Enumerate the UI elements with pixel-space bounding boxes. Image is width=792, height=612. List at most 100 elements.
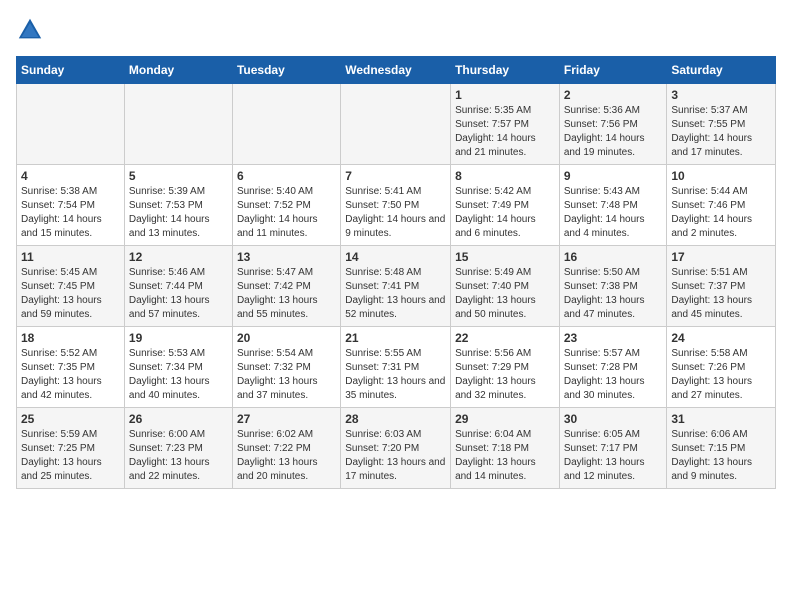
day-number: 4 [21, 169, 120, 183]
day-cell: 29 Sunrise: 6:04 AM Sunset: 7:18 PM Dayli… [451, 408, 560, 489]
day-number: 8 [455, 169, 555, 183]
day-info: Sunrise: 6:04 AM Sunset: 7:18 PM Dayligh… [455, 428, 555, 484]
day-number: 10 [671, 169, 771, 183]
header-day-monday: Monday [124, 57, 232, 84]
day-cell: 2 Sunrise: 5:36 AM Sunset: 7:56 PM Daylig… [559, 84, 667, 165]
day-number: 27 [237, 412, 336, 426]
day-cell: 10 Sunrise: 5:44 AM Sunset: 7:46 PM Dayli… [667, 165, 776, 246]
day-info: Sunrise: 5:42 AM Sunset: 7:49 PM Dayligh… [455, 185, 555, 241]
day-number: 28 [345, 412, 446, 426]
day-number: 9 [564, 169, 663, 183]
day-number: 14 [345, 250, 446, 264]
day-cell: 27 Sunrise: 6:02 AM Sunset: 7:22 PM Dayli… [232, 408, 340, 489]
day-number: 19 [129, 331, 228, 345]
day-cell: 14Sunrise: 5:48 AM Sunset: 7:41 PM Dayli… [341, 246, 451, 327]
day-number: 20 [237, 331, 336, 345]
day-number: 29 [455, 412, 555, 426]
day-cell: 31 Sunrise: 6:06 AM Sunset: 7:15 PM Dayli… [667, 408, 776, 489]
logo [16, 16, 46, 44]
day-info: Sunrise: 5:56 AM Sunset: 7:29 PM Dayligh… [455, 347, 555, 403]
day-number: 22 [455, 331, 555, 345]
day-info: Sunrise: 5:55 AM Sunset: 7:31 PM Dayligh… [345, 347, 446, 403]
day-cell: 7Sunrise: 5:41 AM Sunset: 7:50 PM Daylig… [341, 165, 451, 246]
day-info: Sunrise: 5:57 AM Sunset: 7:28 PM Dayligh… [564, 347, 663, 403]
day-info: Sunrise: 5:52 AM Sunset: 7:35 PM Dayligh… [21, 347, 120, 403]
calendar-header: SundayMondayTuesdayWednesdayThursdayFrid… [17, 57, 776, 84]
day-cell: 4 Sunrise: 5:38 AM Sunset: 7:54 PM Daylig… [17, 165, 125, 246]
day-info: Sunrise: 5:49 AM Sunset: 7:40 PM Dayligh… [455, 266, 555, 322]
day-cell: 15 Sunrise: 5:49 AM Sunset: 7:40 PM Dayli… [451, 246, 560, 327]
day-cell: 22 Sunrise: 5:56 AM Sunset: 7:29 PM Dayli… [451, 327, 560, 408]
day-number: 3 [671, 88, 771, 102]
day-info: Sunrise: 5:36 AM Sunset: 7:56 PM Dayligh… [564, 104, 663, 160]
day-info: Sunrise: 5:35 AM Sunset: 7:57 PM Dayligh… [455, 104, 555, 160]
day-number: 11 [21, 250, 120, 264]
day-info: Sunrise: 6:00 AM Sunset: 7:23 PM Dayligh… [129, 428, 228, 484]
day-cell: 16 Sunrise: 5:50 AM Sunset: 7:38 PM Dayli… [559, 246, 667, 327]
day-cell: 30 Sunrise: 6:05 AM Sunset: 7:17 PM Dayli… [559, 408, 667, 489]
header-day-tuesday: Tuesday [232, 57, 340, 84]
header-row: SundayMondayTuesdayWednesdayThursdayFrid… [17, 57, 776, 84]
day-info: Sunrise: 6:02 AM Sunset: 7:22 PM Dayligh… [237, 428, 336, 484]
day-number: 7 [345, 169, 446, 183]
day-info: Sunrise: 5:50 AM Sunset: 7:38 PM Dayligh… [564, 266, 663, 322]
week-row-1: 4 Sunrise: 5:38 AM Sunset: 7:54 PM Daylig… [17, 165, 776, 246]
day-cell [17, 84, 125, 165]
day-cell: 1Sunrise: 5:35 AM Sunset: 7:57 PM Daylig… [451, 84, 560, 165]
calendar-table: SundayMondayTuesdayWednesdayThursdayFrid… [16, 56, 776, 489]
day-cell: 24Sunrise: 5:58 AM Sunset: 7:26 PM Dayli… [667, 327, 776, 408]
day-info: Sunrise: 5:45 AM Sunset: 7:45 PM Dayligh… [21, 266, 120, 322]
day-cell: 20 Sunrise: 5:54 AM Sunset: 7:32 PM Dayli… [232, 327, 340, 408]
day-info: Sunrise: 5:44 AM Sunset: 7:46 PM Dayligh… [671, 185, 771, 241]
logo-icon [16, 16, 44, 44]
day-number: 30 [564, 412, 663, 426]
day-info: Sunrise: 6:03 AM Sunset: 7:20 PM Dayligh… [345, 428, 446, 484]
day-info: Sunrise: 5:54 AM Sunset: 7:32 PM Dayligh… [237, 347, 336, 403]
day-cell: 13Sunrise: 5:47 AM Sunset: 7:42 PM Dayli… [232, 246, 340, 327]
day-info: Sunrise: 5:37 AM Sunset: 7:55 PM Dayligh… [671, 104, 771, 160]
day-number: 17 [671, 250, 771, 264]
day-info: Sunrise: 5:39 AM Sunset: 7:53 PM Dayligh… [129, 185, 228, 241]
day-cell: 8 Sunrise: 5:42 AM Sunset: 7:49 PM Daylig… [451, 165, 560, 246]
day-number: 2 [564, 88, 663, 102]
day-info: Sunrise: 5:47 AM Sunset: 7:42 PM Dayligh… [237, 266, 336, 322]
day-info: Sunrise: 6:05 AM Sunset: 7:17 PM Dayligh… [564, 428, 663, 484]
day-number: 25 [21, 412, 120, 426]
day-cell: 21 Sunrise: 5:55 AM Sunset: 7:31 PM Dayli… [341, 327, 451, 408]
header-day-wednesday: Wednesday [341, 57, 451, 84]
day-number: 16 [564, 250, 663, 264]
day-info: Sunrise: 5:43 AM Sunset: 7:48 PM Dayligh… [564, 185, 663, 241]
day-cell: 12 Sunrise: 5:46 AM Sunset: 7:44 PM Dayli… [124, 246, 232, 327]
day-cell [124, 84, 232, 165]
day-cell: 19 Sunrise: 5:53 AM Sunset: 7:34 PM Dayli… [124, 327, 232, 408]
day-cell: 18 Sunrise: 5:52 AM Sunset: 7:35 PM Dayli… [17, 327, 125, 408]
day-number: 12 [129, 250, 228, 264]
day-cell: 17Sunrise: 5:51 AM Sunset: 7:37 PM Dayli… [667, 246, 776, 327]
day-cell: 5Sunrise: 5:39 AM Sunset: 7:53 PM Daylig… [124, 165, 232, 246]
day-info: Sunrise: 5:58 AM Sunset: 7:26 PM Dayligh… [671, 347, 771, 403]
day-number: 6 [237, 169, 336, 183]
day-cell: 9 Sunrise: 5:43 AM Sunset: 7:48 PM Daylig… [559, 165, 667, 246]
day-number: 21 [345, 331, 446, 345]
week-row-4: 25Sunrise: 5:59 AM Sunset: 7:25 PM Dayli… [17, 408, 776, 489]
header-day-saturday: Saturday [667, 57, 776, 84]
header-day-sunday: Sunday [17, 57, 125, 84]
day-number: 15 [455, 250, 555, 264]
day-cell: 23 Sunrise: 5:57 AM Sunset: 7:28 PM Dayli… [559, 327, 667, 408]
calendar-body: 1Sunrise: 5:35 AM Sunset: 7:57 PM Daylig… [17, 84, 776, 489]
day-info: Sunrise: 5:53 AM Sunset: 7:34 PM Dayligh… [129, 347, 228, 403]
day-info: Sunrise: 6:06 AM Sunset: 7:15 PM Dayligh… [671, 428, 771, 484]
day-number: 18 [21, 331, 120, 345]
day-number: 23 [564, 331, 663, 345]
day-cell: 26 Sunrise: 6:00 AM Sunset: 7:23 PM Dayli… [124, 408, 232, 489]
week-row-0: 1Sunrise: 5:35 AM Sunset: 7:57 PM Daylig… [17, 84, 776, 165]
day-cell: 6 Sunrise: 5:40 AM Sunset: 7:52 PM Daylig… [232, 165, 340, 246]
week-row-2: 11 Sunrise: 5:45 AM Sunset: 7:45 PM Dayli… [17, 246, 776, 327]
day-cell: 3 Sunrise: 5:37 AM Sunset: 7:55 PM Daylig… [667, 84, 776, 165]
day-number: 26 [129, 412, 228, 426]
day-info: Sunrise: 5:38 AM Sunset: 7:54 PM Dayligh… [21, 185, 120, 241]
day-cell: 25Sunrise: 5:59 AM Sunset: 7:25 PM Dayli… [17, 408, 125, 489]
day-number: 31 [671, 412, 771, 426]
day-info: Sunrise: 5:46 AM Sunset: 7:44 PM Dayligh… [129, 266, 228, 322]
day-info: Sunrise: 5:40 AM Sunset: 7:52 PM Dayligh… [237, 185, 336, 241]
